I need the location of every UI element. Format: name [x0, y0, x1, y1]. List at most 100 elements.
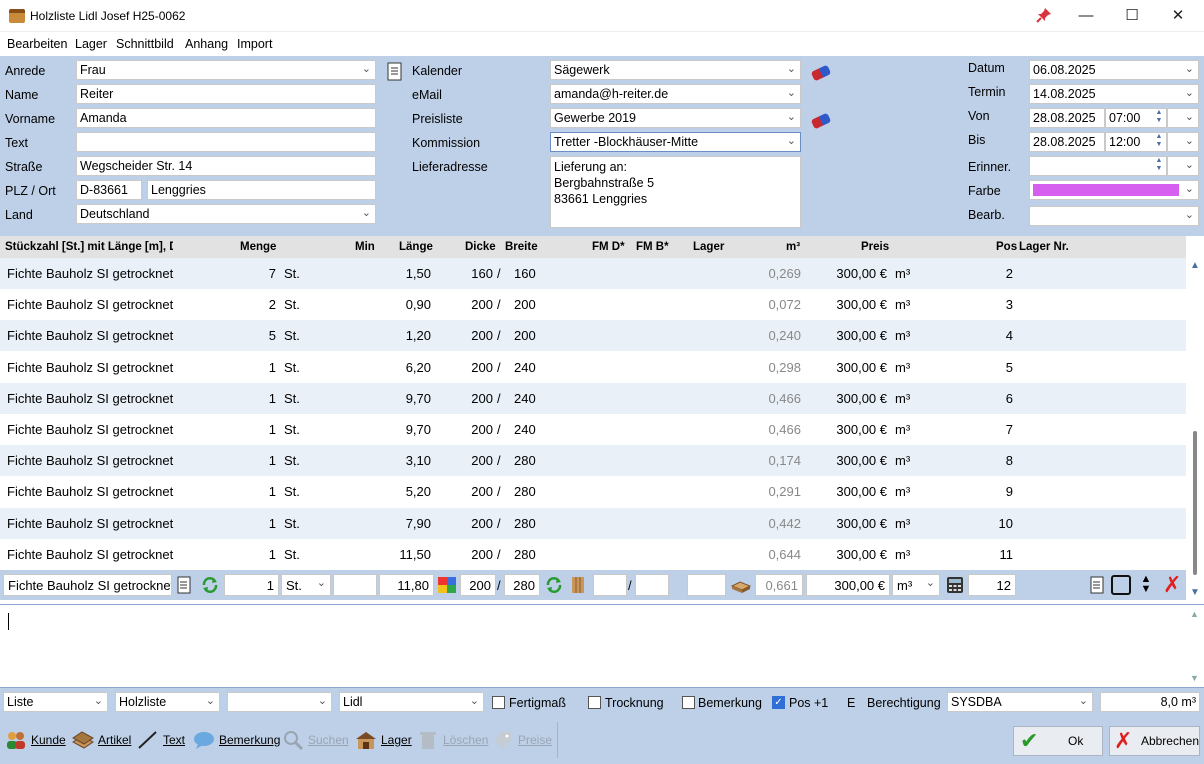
- menu-schnittbild[interactable]: Schnittbild: [116, 37, 174, 51]
- col-laenge[interactable]: Länge: [399, 241, 433, 253]
- von-date-field[interactable]: 28.08.2025: [1029, 108, 1105, 128]
- refresh-icon[interactable]: [201, 576, 219, 594]
- holzliste-select[interactable]: Holzliste ⌄: [115, 692, 220, 712]
- col-desc[interactable]: Stückzahl [St.] mit Länge [m], D: [5, 241, 173, 253]
- table-row[interactable]: Fichte Bauholz SI getrocknet 1 St. 7,90 200/…: [0, 507, 1186, 539]
- col-m3[interactable]: m³: [786, 241, 800, 253]
- spinner-icon[interactable]: ▲ ▼: [1152, 157, 1166, 175]
- spinner-icon[interactable]: ▲ ▼: [1152, 109, 1166, 127]
- magnet-icon[interactable]: [810, 64, 832, 82]
- col-preis[interactable]: Preis: [861, 241, 889, 253]
- kunde-button[interactable]: Kunde: [5, 728, 66, 752]
- col-dicke[interactable]: Dicke: [465, 241, 496, 253]
- table-row[interactable]: Fichte Bauholz SI getrocknet 1 St. 11,50 200…: [0, 539, 1186, 570]
- email-select[interactable]: amanda@h-reiter.de ⌄: [550, 84, 801, 104]
- notes-icon[interactable]: [177, 576, 193, 594]
- kalender-select[interactable]: Sägewerk ⌄: [550, 60, 801, 80]
- lieferadresse-field[interactable]: Lieferung an: Bergbahnstraße 5 83661 Len…: [550, 156, 801, 228]
- spinner-icon[interactable]: ▲ ▼: [1152, 133, 1166, 151]
- notes-icon[interactable]: [1090, 576, 1106, 594]
- minimize-button[interactable]: —: [1063, 0, 1109, 32]
- scroll-up-icon[interactable]: ▲: [1190, 609, 1199, 619]
- memo-textarea[interactable]: ▲ ▼: [0, 604, 1204, 688]
- vorname-field[interactable]: Amanda: [76, 108, 376, 128]
- erinner-field[interactable]: ▲ ▼: [1029, 156, 1167, 176]
- bis-date-field[interactable]: 28.08.2025: [1029, 132, 1105, 152]
- delete-x-icon[interactable]: ✗: [1163, 572, 1183, 597]
- col-lagernr[interactable]: Lager Nr.: [1019, 241, 1069, 253]
- close-button[interactable]: ✕: [1155, 0, 1201, 32]
- puzzle-icon[interactable]: [437, 576, 457, 594]
- edit-breite-field[interactable]: 280: [504, 574, 540, 596]
- menu-bearbeiten[interactable]: Bearbeiten: [7, 37, 67, 51]
- checkbox-square-icon[interactable]: [1111, 575, 1131, 595]
- edit-fmb-field[interactable]: [635, 574, 669, 596]
- table-row[interactable]: Fichte Bauholz SI getrocknet 5 St. 1,20 200/…: [0, 320, 1186, 352]
- notes-icon[interactable]: [387, 62, 405, 82]
- scroll-down-icon[interactable]: ▼: [1190, 587, 1200, 598]
- pin-icon[interactable]: [1036, 7, 1052, 23]
- lidl-select[interactable]: Lidl ⌄: [339, 692, 484, 712]
- edit-pos-field[interactable]: 12: [968, 574, 1016, 596]
- table-row[interactable]: Fichte Bauholz SI getrocknet 2 St. 0,90 200/…: [0, 289, 1186, 320]
- table-row[interactable]: Fichte Bauholz SI getrocknet 1 St. 3,10 200/…: [0, 445, 1186, 477]
- table-row[interactable]: Fichte Bauholz SI getrocknet 1 St. 9,70 200/…: [0, 382, 1186, 414]
- scroll-down-icon[interactable]: ▼: [1190, 673, 1199, 683]
- plz-field[interactable]: D-83661: [76, 180, 142, 200]
- bearb-select[interactable]: ⌄: [1029, 206, 1199, 226]
- menu-import[interactable]: Import: [237, 37, 272, 51]
- empty-select[interactable]: ⌄: [227, 692, 332, 712]
- farbe-select[interactable]: ⌄: [1029, 180, 1199, 200]
- menu-anhang[interactable]: Anhang: [185, 37, 228, 51]
- fertigmass-checkbox[interactable]: [492, 696, 505, 709]
- scroll-up-icon[interactable]: ▲: [1190, 260, 1200, 271]
- menu-lager[interactable]: Lager: [75, 37, 107, 51]
- preisliste-select[interactable]: Gewerbe 2019 ⌄: [550, 108, 801, 128]
- col-breite[interactable]: Breite: [505, 241, 538, 253]
- name-field[interactable]: Reiter: [76, 84, 376, 104]
- ok-button[interactable]: ✔ Ok: [1013, 726, 1103, 756]
- bemerkung-checkbox[interactable]: [682, 696, 695, 709]
- edit-unit-select[interactable]: St. ⌄: [281, 574, 331, 596]
- table-row[interactable]: Fichte Bauholz SI getrocknet 1 St. 5,20 200/…: [0, 476, 1186, 507]
- erinner-dropdown[interactable]: ⌄: [1167, 156, 1199, 176]
- edit-desc-field[interactable]: Fichte Bauholz SI getrocknet: [3, 574, 172, 596]
- edit-dicke-field[interactable]: 200: [460, 574, 496, 596]
- calculator-icon[interactable]: [946, 576, 964, 594]
- text-field[interactable]: [76, 132, 376, 152]
- preise-button[interactable]: Preise: [492, 728, 552, 752]
- edit-fmd-field[interactable]: [593, 574, 627, 596]
- edit-laenge-field[interactable]: 11,80: [379, 574, 434, 596]
- edit-menge-field[interactable]: 1: [224, 574, 279, 596]
- stack-icon[interactable]: [730, 576, 752, 594]
- col-lager[interactable]: Lager: [693, 241, 724, 253]
- datum-field[interactable]: 06.08.2025 ⌄: [1029, 60, 1199, 80]
- strasse-field[interactable]: Wegscheider Str. 14: [76, 156, 376, 176]
- lager-button[interactable]: Lager: [355, 728, 412, 752]
- text-button[interactable]: Text: [137, 728, 185, 752]
- abbrechen-button[interactable]: ✗ Abbrechen: [1109, 726, 1200, 756]
- refresh-icon[interactable]: [545, 576, 563, 594]
- edit-lager-field[interactable]: [687, 574, 726, 596]
- trocknung-checkbox[interactable]: [588, 696, 601, 709]
- artikel-button[interactable]: Artikel: [72, 728, 131, 752]
- kommission-select[interactable]: Tretter -Blockhäuser-Mitte ⌄: [550, 132, 801, 152]
- termin-field[interactable]: 14.08.2025 ⌄: [1029, 84, 1199, 104]
- move-up-down-icon[interactable]: ▲ ▼: [1138, 574, 1154, 596]
- wood-plank-icon[interactable]: [571, 576, 585, 594]
- von-time-field[interactable]: 07:00 ▲ ▼: [1105, 108, 1167, 128]
- liste-select[interactable]: Liste ⌄: [3, 692, 108, 712]
- edit-m3-field[interactable]: 0,661: [755, 574, 803, 596]
- bis-time-field[interactable]: 12:00 ▲ ▼: [1105, 132, 1167, 152]
- scroll-thumb[interactable]: [1193, 431, 1197, 575]
- von-dropdown[interactable]: ⌄: [1167, 108, 1199, 128]
- table-row[interactable]: Fichte Bauholz SI getrocknet 1 St. 9,70 200/…: [0, 414, 1186, 445]
- edit-preis-field[interactable]: 300,00 €: [806, 574, 890, 596]
- table-scrollbar[interactable]: ▲ ▼: [1186, 258, 1204, 603]
- magnet-icon[interactable]: [810, 112, 832, 130]
- col-fmb[interactable]: FM B*: [636, 241, 669, 253]
- berechtigung-select[interactable]: SYSDBA ⌄: [947, 692, 1093, 712]
- bis-dropdown[interactable]: ⌄: [1167, 132, 1199, 152]
- loeschen-button[interactable]: Löschen: [417, 728, 488, 752]
- col-pos[interactable]: Pos: [996, 241, 1017, 253]
